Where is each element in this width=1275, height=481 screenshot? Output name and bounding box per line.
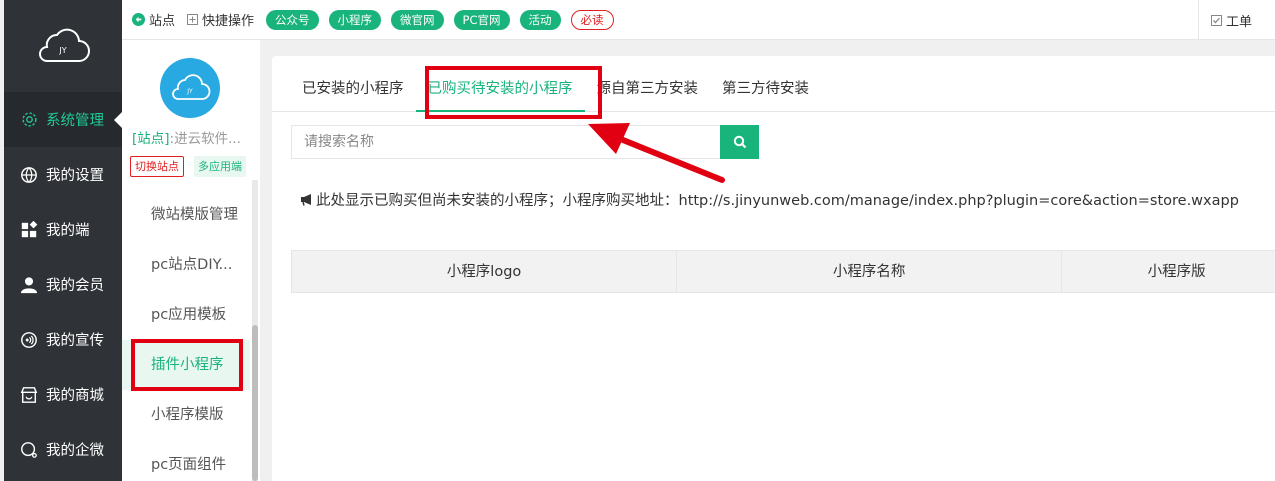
broadcast-icon [18, 329, 40, 351]
sidebar-item-label: 我的宣传 [46, 333, 104, 349]
mini-program-table: 小程序logo 小程序名称 小程序版 [291, 250, 1275, 293]
sidebar-item-system[interactable]: 系统管理 [4, 92, 122, 147]
top-bar: 站点 快捷操作 公众号 小程序 微官网 PC官网 活动 必读 工单 [122, 0, 1275, 40]
site-name-text: :进云软件... [169, 131, 241, 147]
table-header: 小程序logo 小程序名称 小程序版 [291, 251, 1275, 293]
multi-app-button[interactable]: 多应用端 [194, 156, 246, 177]
sub-menu-item[interactable]: 小程序模版 [122, 390, 250, 440]
chat-icon [18, 439, 40, 461]
ticket-label: 工单 [1226, 14, 1253, 30]
ticket-button[interactable]: 工单 [1198, 0, 1275, 40]
megaphone-icon [301, 194, 311, 206]
site-link-label: 站点 [149, 14, 176, 29]
tab-bar: 已安装的小程序 已购买待安装的小程序 源自第三方安装 第三方待安装 [272, 56, 1275, 112]
sidebar-item-label: 我的设置 [46, 168, 104, 184]
shop-icon [18, 384, 40, 406]
plus-square-icon [187, 14, 199, 25]
pill-pc-site[interactable]: PC官网 [453, 9, 510, 30]
tab-installed[interactable]: 已安装的小程序 [290, 56, 416, 112]
sub-menu-item[interactable]: 微站模版管理 [122, 190, 250, 240]
sidebar-item-members[interactable]: 我的会员 [4, 257, 122, 312]
switch-site-button[interactable]: 切换站点 [130, 156, 184, 177]
sidebar-item-label: 我的端 [46, 223, 90, 239]
sub-menu-scrollbar[interactable] [252, 180, 258, 481]
sidebar-item-shop[interactable]: 我的商城 [4, 367, 122, 422]
pill-micro-site[interactable]: 微官网 [391, 9, 444, 30]
sidebar-item-terminals[interactable]: 我的端 [4, 202, 122, 257]
column-header-name: 小程序名称 [677, 251, 1063, 292]
gear-icon [18, 109, 40, 131]
cloud-logo-icon: JY [39, 28, 90, 62]
sub-sidebar: JY [站点]:进云软件... 切换站点 多应用端 微站模版管理 pc站点DIY… [122, 40, 260, 481]
checkbox-icon [1211, 14, 1222, 26]
pill-official-account[interactable]: 公众号 [266, 9, 319, 30]
notice-text: 此处显示已购买但尚未安装的小程序；小程序购买地址：http://s.jinyun… [300, 189, 1239, 210]
sub-menu-item[interactable]: pc页面组件 [122, 440, 250, 481]
sidebar-item-label: 我的商城 [46, 388, 104, 404]
back-icon [132, 13, 145, 26]
tab-third-party-pending[interactable]: 第三方待安装 [710, 56, 821, 112]
pill-mini-program[interactable]: 小程序 [328, 9, 382, 30]
sidebar-item-label: 我的会员 [46, 278, 104, 294]
column-header-version: 小程序版 [1147, 264, 1206, 280]
sidebar-item-promotion[interactable]: 我的宣传 [4, 312, 122, 367]
app-logo[interactable]: JY [4, 0, 122, 92]
site-name: [站点]:进云软件... [132, 127, 257, 147]
sidebar-item-label: 系统管理 [46, 113, 104, 129]
main-sidebar: JY 系统管理 我的设置 我的端 我的会员 我的宣传 我的商城 我的企微 [4, 0, 122, 481]
sub-menu-list: 微站模版管理 pc站点DIY... pc应用模板 插件小程序 小程序模版 pc页… [122, 190, 250, 481]
user-icon [18, 274, 40, 296]
search-input[interactable] [291, 125, 720, 159]
sub-menu-item-plugin-mini-program[interactable]: 插件小程序 [122, 340, 250, 390]
search-button[interactable] [720, 125, 759, 159]
sidebar-item-label: 我的企微 [46, 443, 104, 459]
main-panel: 已安装的小程序 已购买待安装的小程序 源自第三方安装 第三方待安装 此处显示已购… [272, 56, 1275, 481]
search-bar [291, 125, 759, 159]
globe-icon [18, 164, 40, 186]
sidebar-item-wecom[interactable]: 我的企微 [4, 422, 122, 477]
tab-purchased-pending[interactable]: 已购买待安装的小程序 [415, 56, 585, 112]
pill-must-read[interactable]: 必读 [570, 9, 614, 30]
tab-third-party-installed[interactable]: 源自第三方安装 [585, 56, 711, 112]
cloud-avatar-icon: JY [172, 74, 211, 100]
sub-menu-item[interactable]: pc应用模板 [122, 290, 250, 340]
site-avatar[interactable]: JY [160, 58, 220, 118]
site-name-prefix: [站点] [132, 131, 170, 147]
quick-actions-label: 快捷操作 [202, 14, 255, 29]
sub-menu-item[interactable]: pc站点DIY... [122, 240, 250, 290]
svg-text:JY: JY [58, 46, 66, 55]
sidebar-item-settings[interactable]: 我的设置 [4, 147, 122, 202]
search-icon [733, 135, 746, 149]
site-link[interactable]: 站点 [132, 10, 175, 29]
pill-activity[interactable]: 活动 [519, 9, 561, 30]
svg-text:JY: JY [186, 88, 193, 95]
apps-icon [18, 219, 40, 241]
scrollbar-thumb[interactable] [252, 325, 258, 481]
notice-message: 此处显示已购买但尚未安装的小程序；小程序购买地址：http://s.jinyun… [316, 193, 1239, 209]
quick-actions[interactable]: 快捷操作 [187, 10, 254, 29]
column-header-logo: 小程序logo [292, 251, 678, 292]
